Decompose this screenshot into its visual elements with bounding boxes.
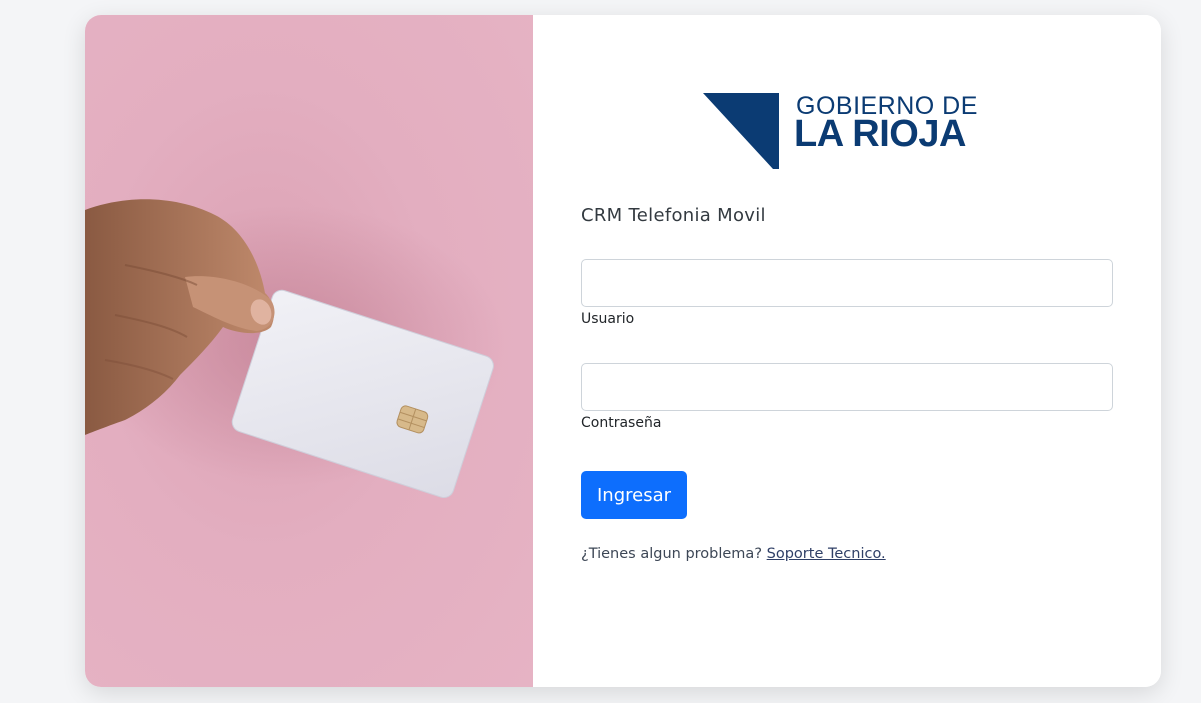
- hero-image: [85, 15, 533, 687]
- username-label: Usuario: [581, 311, 635, 327]
- username-group: Usuario: [581, 259, 1113, 327]
- password-label: Contraseña: [581, 415, 662, 431]
- login-card: GOBIERNO DE LA RIOJA CRM Telefonia Movil…: [85, 15, 1161, 687]
- logo-text-line2: LA RIOJA: [794, 113, 966, 155]
- password-group: Contraseña: [581, 363, 1113, 431]
- help-question: ¿Tienes algun problema?: [581, 546, 763, 562]
- gobierno-la-rioja-logo: GOBIERNO DE LA RIOJA: [703, 92, 993, 172]
- hand-holding-card-illustration: [85, 199, 505, 498]
- support-link[interactable]: Soporte Tecnico.: [767, 546, 886, 562]
- la-rioja-shape-icon: [703, 93, 779, 169]
- app-title: CRM Telefonia Movil: [581, 205, 766, 226]
- login-button[interactable]: Ingresar: [581, 471, 687, 519]
- help-text: ¿Tienes algun problema? Soporte Tecnico.: [581, 546, 886, 562]
- username-input[interactable]: [581, 259, 1113, 307]
- login-panel: GOBIERNO DE LA RIOJA CRM Telefonia Movil…: [533, 15, 1161, 687]
- password-input[interactable]: [581, 363, 1113, 411]
